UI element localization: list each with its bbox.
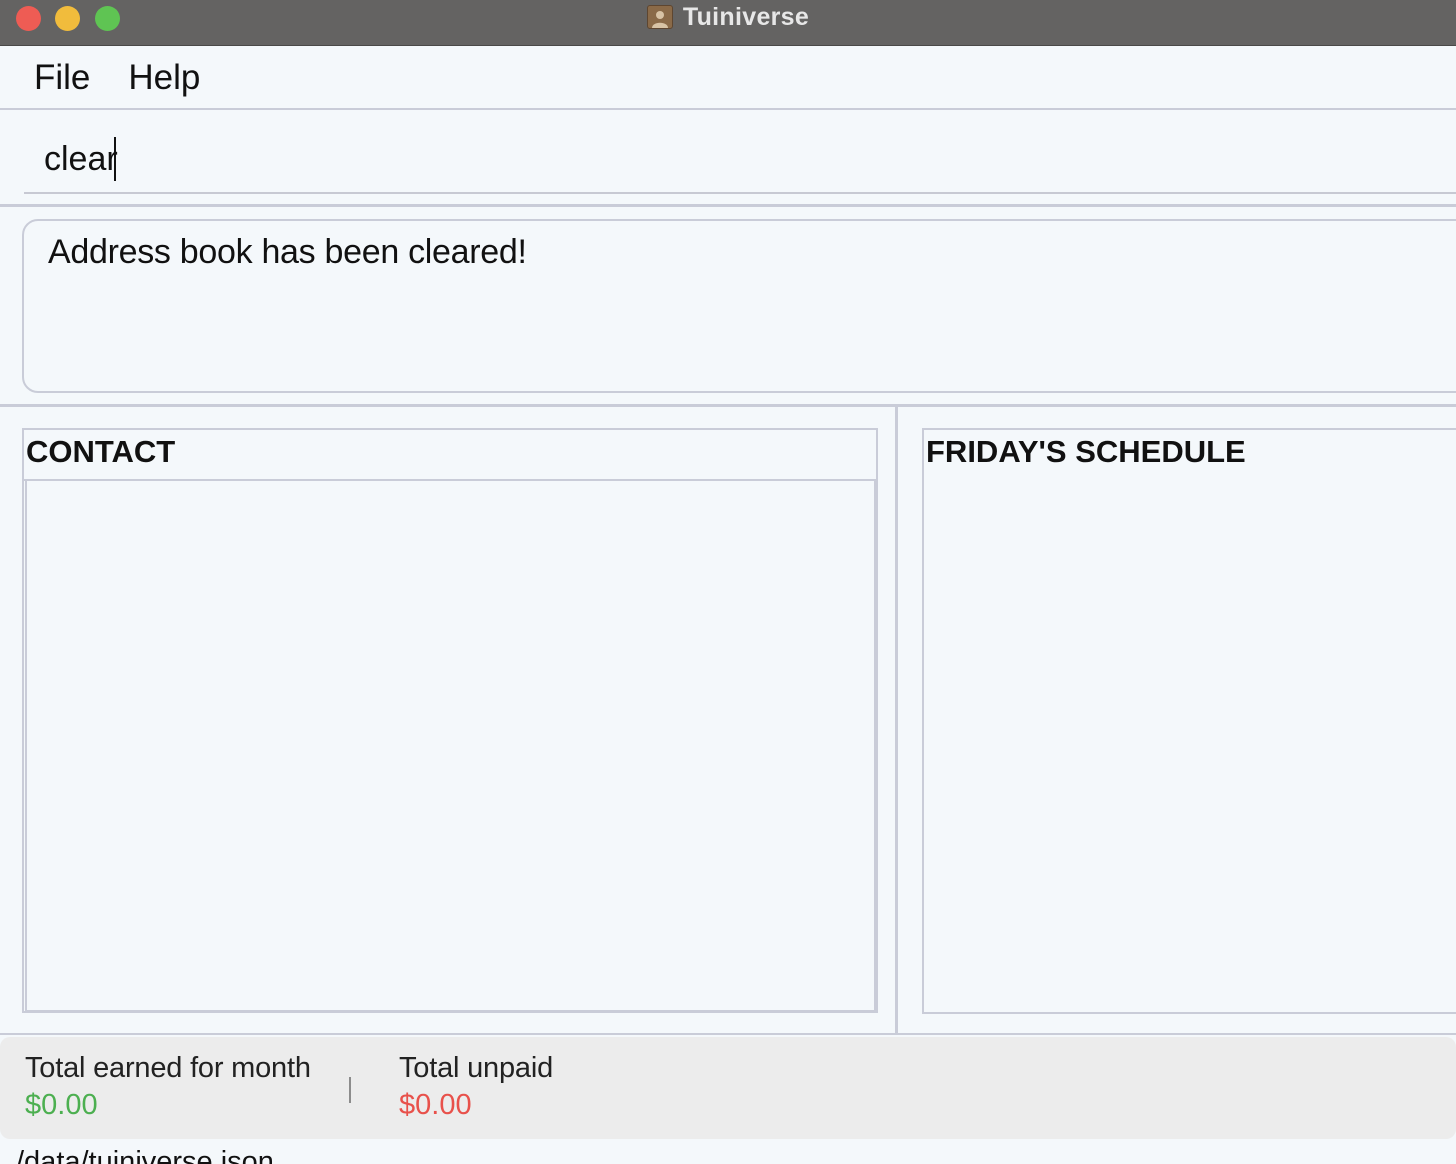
earnings-divider	[349, 1077, 351, 1103]
contact-frame: CONTACT	[22, 428, 878, 1013]
contact-panel: CONTACT	[0, 407, 898, 1033]
app-window: Tuiniverse File Help Address book has be…	[0, 0, 1456, 1164]
unpaid-summary: Total unpaid $0.00	[399, 1052, 553, 1122]
menu-help[interactable]: Help	[128, 58, 200, 98]
window-title: Tuiniverse	[682, 2, 810, 31]
earned-summary: Total earned for month $0.00	[25, 1052, 311, 1122]
address-book-icon	[646, 5, 673, 29]
text-caret	[114, 137, 116, 181]
status-file-path: /data/tuiniverse.json	[16, 1146, 274, 1164]
result-display-area: Address book has been cleared!	[0, 207, 1456, 407]
schedule-panel[interactable]: FRIDAY'S SCHEDULE	[922, 428, 1456, 1014]
command-input[interactable]	[24, 122, 1456, 194]
title-bar[interactable]: Tuiniverse	[0, 0, 1456, 46]
earnings-summary-bar: Total earned for month $0.00 Total unpai…	[0, 1037, 1456, 1139]
menu-file[interactable]: File	[34, 58, 90, 98]
earned-value: $0.00	[25, 1089, 98, 1121]
result-message: Address book has been cleared!	[22, 219, 1456, 393]
earned-label: Total earned for month	[25, 1052, 311, 1084]
contact-panel-title: CONTACT	[24, 430, 876, 481]
window-title-group: Tuiniverse	[0, 0, 1456, 34]
unpaid-label: Total unpaid	[399, 1052, 553, 1084]
unpaid-value: $0.00	[399, 1089, 472, 1121]
menu-bar: File Help	[0, 47, 1456, 110]
contact-list[interactable]	[25, 481, 876, 1012]
schedule-panel-title: FRIDAY'S SCHEDULE	[926, 434, 1246, 469]
main-panels: CONTACT FRIDAY'S SCHEDULE	[0, 407, 1456, 1035]
command-box-area	[0, 112, 1456, 207]
